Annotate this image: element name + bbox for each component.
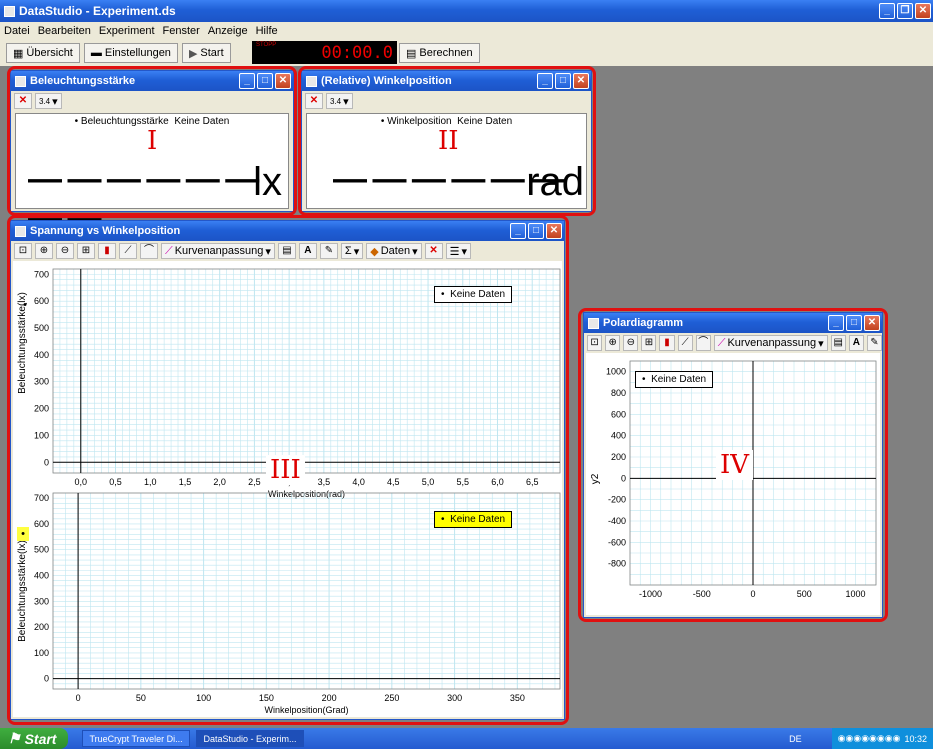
- overview-label: Übersicht: [26, 47, 73, 59]
- play-icon: ▶: [188, 47, 198, 60]
- timer-display: STOPP 00:00.0: [252, 41, 397, 64]
- menu-experiment[interactable]: Experiment: [99, 25, 155, 37]
- settings-label: Einstellungen: [104, 47, 171, 59]
- task-datastudio[interactable]: DataStudio - Experim...: [196, 730, 305, 747]
- start-label: Start: [200, 47, 224, 59]
- clock: 10:32: [904, 733, 927, 744]
- menu-hilfe[interactable]: Hilfe: [256, 25, 278, 37]
- close-button[interactable]: ✕: [915, 3, 931, 19]
- menu-fenster[interactable]: Fenster: [163, 25, 200, 37]
- overview-button[interactable]: ▦ Übersicht: [6, 43, 80, 63]
- menu-bar: Datei Bearbeiten Experiment Fenster Anze…: [0, 22, 933, 40]
- annotation-label-2: II: [434, 126, 463, 156]
- overview-icon: ▦: [13, 47, 24, 60]
- stop-indicator: STOPP: [256, 42, 277, 48]
- restore-button[interactable]: ❐: [897, 3, 913, 19]
- menu-anzeige[interactable]: Anzeige: [208, 25, 248, 37]
- taskbar: ⚑ Start TrueCrypt Traveler Di... DataStud…: [0, 728, 933, 749]
- annotation-label-3: III: [266, 455, 305, 485]
- language-indicator[interactable]: DE: [789, 734, 802, 744]
- app-title: DataStudio - Experiment.ds: [19, 4, 176, 18]
- start-label: Start: [24, 730, 57, 747]
- minimize-button[interactable]: _: [879, 3, 895, 19]
- calculate-label: Berechnen: [419, 47, 473, 59]
- start-button[interactable]: ▶ Start: [181, 43, 231, 63]
- windows-flag-icon: ⚑: [8, 730, 21, 746]
- calculator-icon: ▤: [406, 47, 417, 60]
- menu-datei[interactable]: Datei: [4, 25, 30, 37]
- settings-button[interactable]: ▬ Einstellungen: [83, 43, 178, 63]
- annotation-label-1: I: [143, 126, 162, 156]
- datastudio-icon: [4, 5, 15, 17]
- task-truecrypt[interactable]: TrueCrypt Traveler Di...: [82, 730, 191, 747]
- tray-icons[interactable]: ◉◉◉◉◉◉◉◉: [838, 733, 901, 744]
- system-tray: ◉◉◉◉◉◉◉◉ 10:32: [831, 728, 933, 749]
- calculate-button[interactable]: ▤ Berechnen: [399, 43, 480, 63]
- app-titlebar: DataStudio - Experiment.ds _ ❐ ✕: [0, 0, 933, 22]
- start-button[interactable]: ⚑ Start: [0, 728, 69, 749]
- sensor-icon: ▬: [90, 47, 102, 59]
- menu-bearbeiten[interactable]: Bearbeiten: [38, 25, 91, 37]
- timer-value: 00:00.0: [321, 43, 393, 63]
- annotation-label-4: IV: [716, 450, 754, 480]
